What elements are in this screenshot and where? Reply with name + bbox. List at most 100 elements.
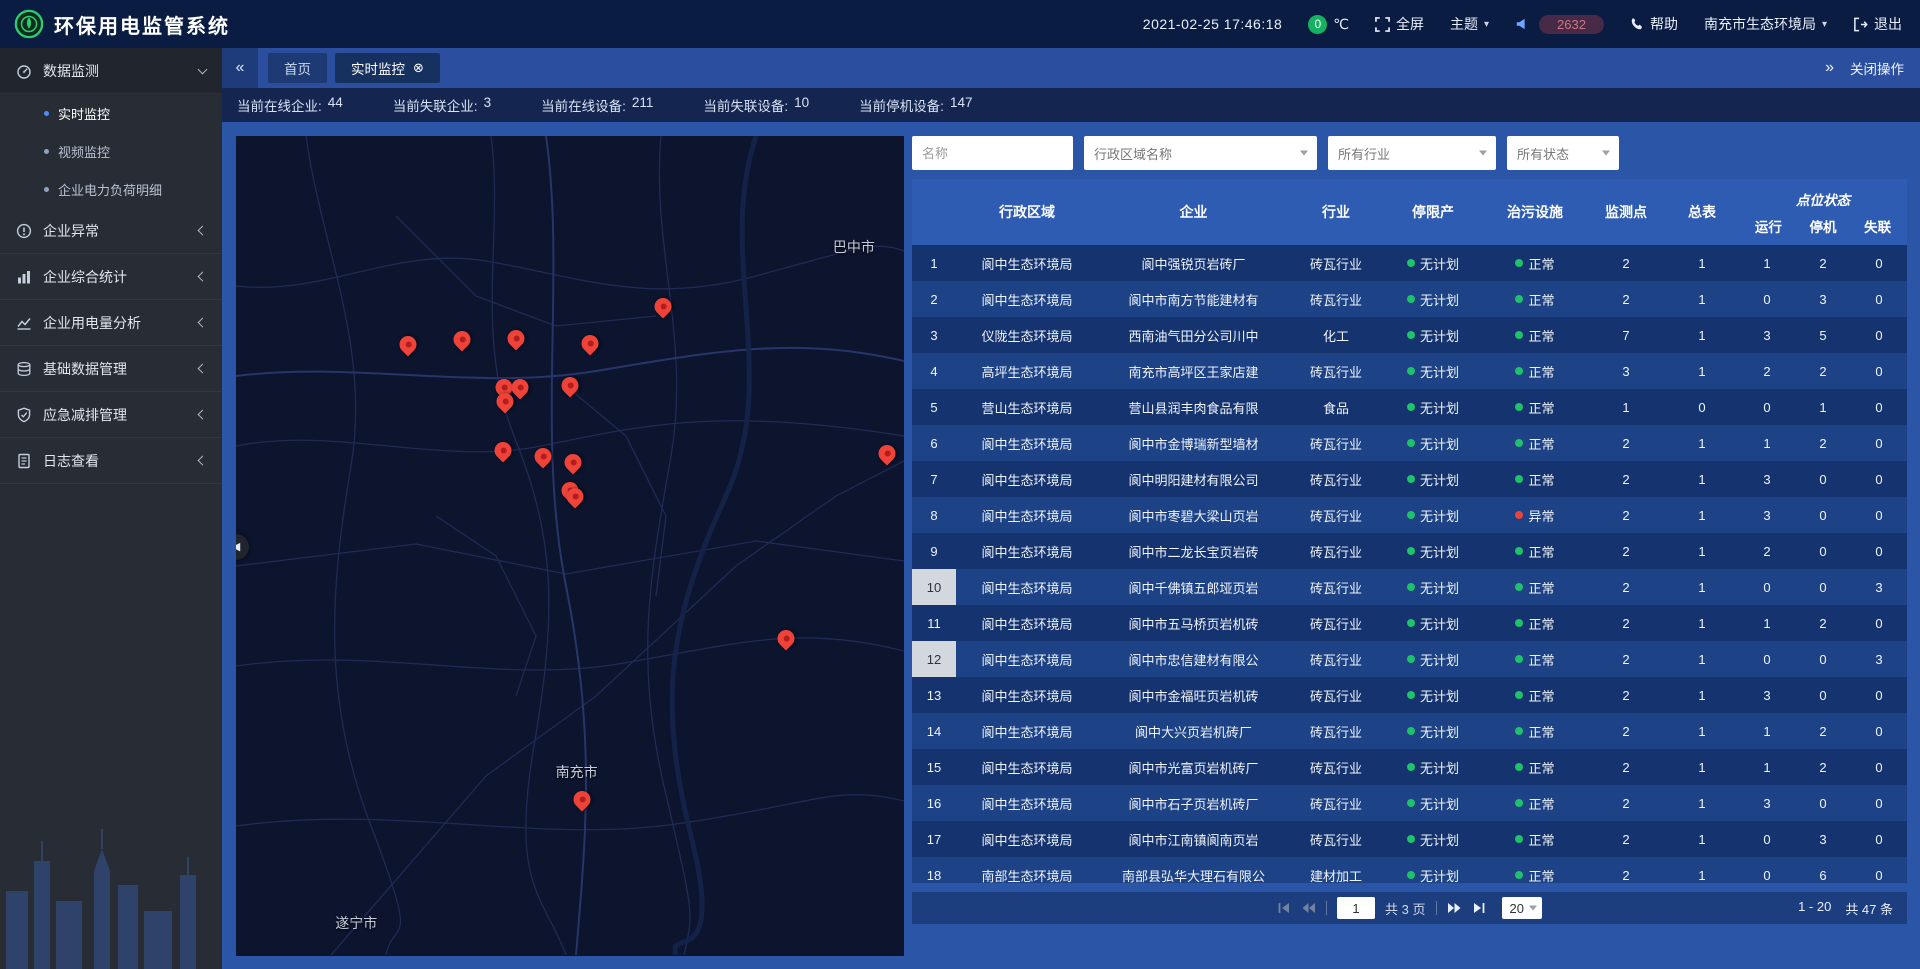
- cell-region: 阆中生态环境局: [956, 821, 1098, 857]
- content: ◀ 巴中市南充市遂宁市 行政区域名称 所有行业: [222, 122, 1920, 969]
- first-page-button[interactable]: [1277, 902, 1291, 914]
- datetime: 2021-02-25 17:46:18: [1143, 16, 1283, 32]
- table-row-10[interactable]: 10 阆中生态环境局 阆中千佛镇五郎垭页岩 砖瓦行业 无计划 正常 2 1 0 …: [912, 569, 1907, 605]
- alert-count-badge[interactable]: 2632: [1539, 15, 1604, 34]
- sidebar-subitem-0-1[interactable]: 视频监控: [0, 132, 222, 170]
- cell-monitor-points: 2: [1587, 281, 1665, 317]
- header-actions: 2021-02-25 17:46:18 0 ℃ 全屏 主题 ▾ 2632 帮助: [1143, 14, 1902, 34]
- sidebar-item-6[interactable]: 日志查看: [0, 438, 222, 484]
- cell-running: 1: [1739, 425, 1795, 461]
- right-panel: 行政区域名称 所有行业 所有状态: [912, 136, 1907, 924]
- sidebar-item-2[interactable]: 企业综合统计: [0, 254, 222, 300]
- sidebar-item-1[interactable]: 企业异常: [0, 208, 222, 254]
- map-pin-13[interactable]: [566, 488, 583, 505]
- announcement-button[interactable]: [1515, 17, 1529, 31]
- cell-running: 3: [1739, 317, 1795, 353]
- map-pin-7[interactable]: [562, 377, 579, 394]
- cell-meters: 1: [1665, 641, 1739, 677]
- table-row-3[interactable]: 3 仪陇生态环境局 西南油气田分公司川中 化工 无计划 正常 7 1 3 5 0: [912, 317, 1907, 353]
- table-row-5[interactable]: 5 营山生态环境局 营山县润丰肉食品有限 食品 无计划 正常 1 0 0 1 0: [912, 389, 1907, 425]
- cell-offline: 0: [1851, 461, 1907, 497]
- table-row-1[interactable]: 1 阆中生态环境局 阆中强锐页岩砖厂 砖瓦行业 无计划 正常 2 1 1 2 0: [912, 245, 1907, 281]
- sidebar-subitem-0-0[interactable]: 实时监控: [0, 94, 222, 132]
- status-dot: [1515, 511, 1523, 519]
- map-pin-8[interactable]: [497, 393, 514, 410]
- next-page-button[interactable]: [1447, 902, 1462, 914]
- cell-pollution-facility: 正常: [1483, 713, 1587, 749]
- table-row-9[interactable]: 9 阆中生态环境局 阆中市二龙长宝页岩砖 砖瓦行业 无计划 正常 2 1 2 0…: [912, 533, 1907, 569]
- map-pin-16[interactable]: [574, 791, 591, 808]
- close-operations-button[interactable]: 关闭操作: [1850, 58, 1904, 78]
- cell-company: 阆中市江南镇阆南页岩: [1098, 821, 1289, 857]
- fullscreen-button[interactable]: 全屏: [1375, 14, 1424, 34]
- map-pin-0[interactable]: [400, 336, 417, 353]
- tab-1[interactable]: 实时监控 ⊗: [335, 53, 440, 83]
- region-filter-select[interactable]: 行政区域名称: [1084, 136, 1317, 170]
- map-pin-9[interactable]: [495, 442, 512, 459]
- map-pin-1[interactable]: [454, 331, 471, 348]
- table-row-6[interactable]: 6 阆中生态环境局 阆中市金博瑞新型墙材 砖瓦行业 无计划 正常 2 1 1 2…: [912, 425, 1907, 461]
- cell-offline: 0: [1851, 821, 1907, 857]
- chevron-icon: [198, 364, 208, 374]
- sidebar-item-3[interactable]: 企业用电量分析: [0, 300, 222, 346]
- region-filter-value: 行政区域名称: [1094, 144, 1172, 163]
- row-index: 15: [912, 749, 956, 785]
- map-pin-6[interactable]: [511, 379, 528, 396]
- table-row-4[interactable]: 4 高坪生态环境局 南充市高坪区王家店建 砖瓦行业 无计划 正常 3 1 2 2…: [912, 353, 1907, 389]
- map-pin-4[interactable]: [654, 298, 671, 315]
- map-pin-2[interactable]: [507, 330, 524, 347]
- page-number-input[interactable]: [1337, 897, 1375, 919]
- theme-dropdown[interactable]: 主题 ▾: [1450, 14, 1489, 34]
- org-dropdown[interactable]: 南充市生态环境局 ▾: [1704, 14, 1827, 34]
- map-pin-14[interactable]: [879, 445, 896, 462]
- row-index: 5: [912, 389, 956, 425]
- cell-pollution-facility: 正常: [1483, 857, 1587, 883]
- sidebar-item-0[interactable]: 数据监测: [0, 48, 222, 94]
- cell-meters: 1: [1665, 677, 1739, 713]
- map-pin-3[interactable]: [582, 335, 599, 352]
- map-pin-11[interactable]: [564, 454, 581, 471]
- status-filter-select[interactable]: 所有状态: [1507, 136, 1619, 170]
- table-row-7[interactable]: 7 阆中生态环境局 阆中明阳建材有限公司 砖瓦行业 无计划 正常 2 1 3 0…: [912, 461, 1907, 497]
- name-filter-input[interactable]: [912, 136, 1073, 170]
- prev-page-button[interactable]: [1301, 902, 1316, 914]
- table-row-11[interactable]: 11 阆中生态环境局 阆中市五马桥页岩机砖 砖瓦行业 无计划 正常 2 1 1 …: [912, 605, 1907, 641]
- table-row-17[interactable]: 17 阆中生态环境局 阆中市江南镇阆南页岩 砖瓦行业 无计划 正常 2 1 0 …: [912, 821, 1907, 857]
- row-index: 4: [912, 353, 956, 389]
- map-panel[interactable]: ◀ 巴中市南充市遂宁市: [236, 136, 904, 956]
- page-size-select[interactable]: 20: [1502, 897, 1542, 919]
- table-row-12[interactable]: 12 阆中生态环境局 阆中市忠信建材有限公 砖瓦行业 无计划 正常 2 1 0 …: [912, 641, 1907, 677]
- map-pin-icon: [774, 626, 798, 650]
- total-pages-label: 共 3 页: [1385, 899, 1425, 918]
- tab-close-icon[interactable]: ⊗: [413, 60, 424, 76]
- chevron-down-icon: [1529, 906, 1537, 911]
- sidebar-item-5[interactable]: 应急减排管理: [0, 392, 222, 438]
- cell-stopped: 5: [1795, 317, 1851, 353]
- table-row-14[interactable]: 14 阆中生态环境局 阆中大兴页岩机砖厂 砖瓦行业 无计划 正常 2 1 1 2…: [912, 713, 1907, 749]
- cell-pollution-facility: 正常: [1483, 245, 1587, 281]
- tabs-scroll-right-button[interactable]: »: [1825, 59, 1834, 77]
- table-row-8[interactable]: 8 阆中生态环境局 阆中市枣碧大梁山页岩 砖瓦行业 无计划 异常 2 1 3 0…: [912, 497, 1907, 533]
- table-row-13[interactable]: 13 阆中生态环境局 阆中市金福旺页岩机砖 砖瓦行业 无计划 正常 2 1 3 …: [912, 677, 1907, 713]
- tab-0[interactable]: 首页: [268, 53, 327, 83]
- sidebar-subitem-0-2[interactable]: 企业电力负荷明细: [0, 170, 222, 208]
- temperature-badge: 0: [1308, 15, 1327, 34]
- help-button[interactable]: 帮助: [1630, 14, 1678, 34]
- table-row-18[interactable]: 18 南部生态环境局 南部县弘华大理石有限公 建材加工 无计划 正常 2 1 0…: [912, 857, 1907, 883]
- cell-meters: 1: [1665, 533, 1739, 569]
- table-row-2[interactable]: 2 阆中生态环境局 阆中市南方节能建材有 砖瓦行业 无计划 正常 2 1 0 3…: [912, 281, 1907, 317]
- cell-stopped: 0: [1795, 533, 1851, 569]
- map-pin-15[interactable]: [778, 630, 795, 647]
- sidebar-item-4[interactable]: 基础数据管理: [0, 346, 222, 392]
- cell-company: 阆中千佛镇五郎垭页岩: [1098, 569, 1289, 605]
- logout-button[interactable]: 退出: [1853, 14, 1902, 34]
- cell-industry: 砖瓦行业: [1289, 677, 1383, 713]
- industry-filter-select[interactable]: 所有行业: [1328, 136, 1496, 170]
- status-dot: [1515, 295, 1523, 303]
- last-page-button[interactable]: [1472, 902, 1486, 914]
- map-pin-10[interactable]: [535, 448, 552, 465]
- tabs-scroll-left-button[interactable]: «: [222, 48, 258, 88]
- table-row-15[interactable]: 15 阆中生态环境局 阆中市光富页岩机砖厂 砖瓦行业 无计划 正常 2 1 1 …: [912, 749, 1907, 785]
- cell-industry: 建材加工: [1289, 857, 1383, 883]
- table-row-16[interactable]: 16 阆中生态环境局 阆中市石子页岩机砖厂 砖瓦行业 无计划 正常 2 1 3 …: [912, 785, 1907, 821]
